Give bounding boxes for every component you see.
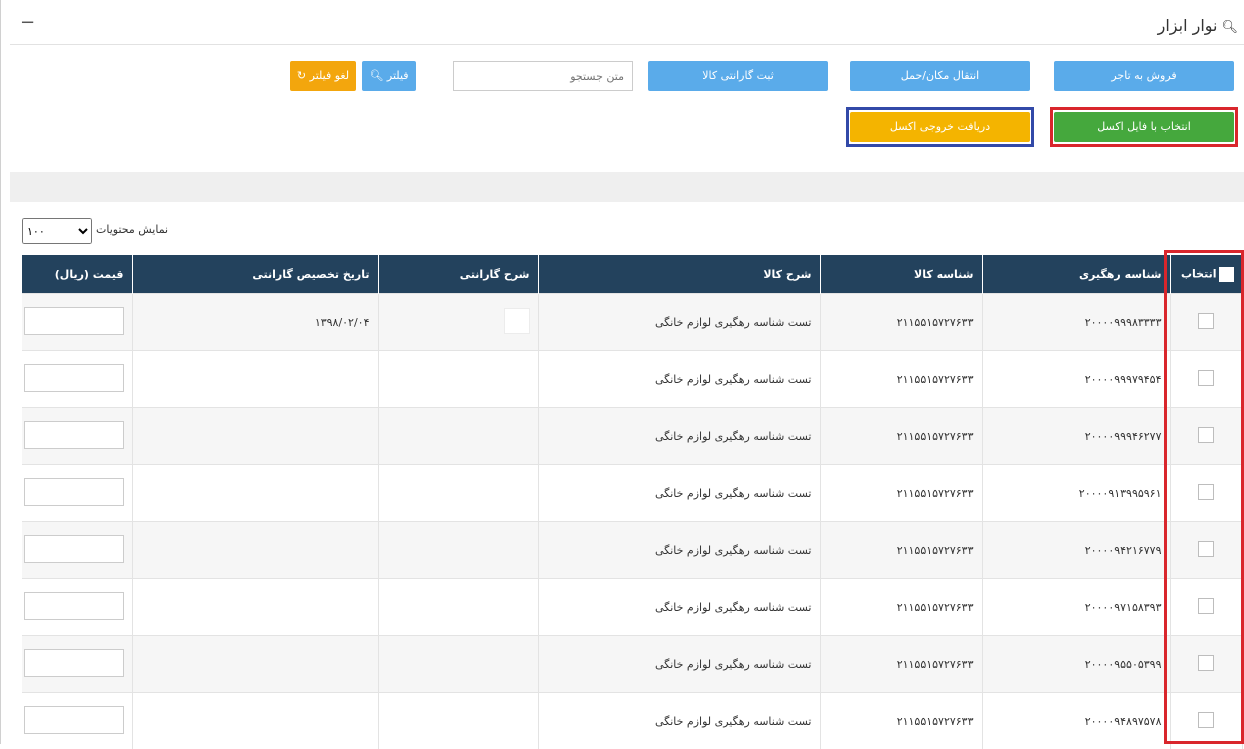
sell-to-merchant-button[interactable]: فروش به تاجر <box>1054 61 1234 91</box>
product-id-cell: ۲۱۱۵۵۱۵۷۲۷۶۳۳ <box>820 465 982 522</box>
header-warranty-desc[interactable]: شرح گارانتی <box>378 255 538 294</box>
table-row: تست شناسه رهگیری لوازم خانگی۲۱۱۵۵۱۵۷۲۷۶۳… <box>22 579 1242 636</box>
warranty-desc-box <box>504 308 530 334</box>
filter-label: فیلتر <box>387 69 409 82</box>
price-input[interactable] <box>24 535 124 563</box>
tracking-cell: ۲۰۰۰۰۹۵۵۰۵۳۹۹ <box>982 636 1170 693</box>
refresh-icon: ↻ <box>297 69 306 82</box>
toolbar: فروش به تاجر انتقال مکان/حمل ثبت گارانتی… <box>10 44 1244 175</box>
product-desc-cell: تست شناسه رهگیری لوازم خانگی <box>538 693 820 749</box>
table-row: تست شناسه رهگیری لوازم خانگی۲۱۱۵۵۱۵۷۲۷۶۳… <box>22 351 1242 408</box>
price-input[interactable] <box>24 592 124 620</box>
highlight-red-box <box>1050 107 1238 147</box>
price-input[interactable] <box>24 421 124 449</box>
warranty-date-cell <box>132 408 378 465</box>
price-input[interactable] <box>24 307 124 335</box>
panel-title-text: نوار ابزار <box>1158 16 1218 35</box>
product-id-cell: ۲۱۱۵۵۱۵۷۲۷۶۳۳ <box>820 351 982 408</box>
table-row: تست شناسه رهگیری لوازم خانگی۲۱۱۵۵۱۵۷۲۷۶۳… <box>22 636 1242 693</box>
warranty-desc-cell <box>378 579 538 636</box>
price-input[interactable] <box>24 706 124 734</box>
header-product-id[interactable]: شناسه کالا <box>820 255 982 294</box>
product-desc-cell: تست شناسه رهگیری لوازم خانگی <box>538 465 820 522</box>
warranty-date-cell <box>132 579 378 636</box>
data-table: قیمت (ریال) تاریخ تخصیص گارانتی شرح گارا… <box>22 255 1243 749</box>
product-id-cell: ۲۱۱۵۵۱۵۷۲۷۶۳۳ <box>820 408 982 465</box>
tracking-cell: ۲۰۰۰۰۹۹۹۷۹۴۵۴ <box>982 351 1170 408</box>
warranty-desc-cell <box>378 294 538 351</box>
price-cell <box>22 408 132 465</box>
panel-header: − 🔍︎نوار ابزار <box>10 8 1244 44</box>
product-id-cell: ۲۱۱۵۵۱۵۷۲۷۶۳۳ <box>820 636 982 693</box>
product-desc-cell: تست شناسه رهگیری لوازم خانگی <box>538 351 820 408</box>
tracking-cell: ۲۰۰۰۰۹۹۹۸۳۳۳۳ <box>982 294 1170 351</box>
tracking-cell: ۲۰۰۰۰۹۷۱۵۸۳۹۳ <box>982 579 1170 636</box>
tracking-cell: ۲۰۰۰۰۹۱۳۹۹۵۹۶۱ <box>982 465 1170 522</box>
table-row: تست شناسه رهگیری لوازم خانگی۲۱۱۵۵۱۵۷۲۷۶۳… <box>22 465 1242 522</box>
clear-filter-button[interactable]: ↻ لغو فیلتر <box>290 61 356 91</box>
header-product-desc[interactable]: شرح کالا <box>538 255 820 294</box>
header-warranty-date[interactable]: تاریخ تخصیص گارانتی <box>132 255 378 294</box>
table-row: تست شناسه رهگیری لوازم خانگی۲۱۱۵۵۱۵۷۲۷۶۳… <box>22 408 1242 465</box>
price-cell <box>22 636 132 693</box>
price-input[interactable] <box>24 649 124 677</box>
price-cell <box>22 522 132 579</box>
product-id-cell: ۲۱۱۵۵۱۵۷۲۷۶۳۳ <box>820 522 982 579</box>
highlight-blue-box <box>846 107 1034 147</box>
table-header-row: قیمت (ریال) تاریخ تخصیص گارانتی شرح گارا… <box>22 255 1242 294</box>
price-cell <box>22 351 132 408</box>
price-cell <box>22 465 132 522</box>
tracking-cell: ۲۰۰۰۰۹۹۹۴۶۲۷۷ <box>982 408 1170 465</box>
page-length-select[interactable]: ۱۰۰ <box>22 218 92 244</box>
warranty-date-cell <box>132 465 378 522</box>
collapse-button[interactable]: − <box>20 12 35 33</box>
table-row: تست شناسه رهگیری لوازم خانگی۲۱۱۵۵۱۵۷۲۷۶۳… <box>22 522 1242 579</box>
product-desc-cell: تست شناسه رهگیری لوازم خانگی <box>538 636 820 693</box>
header-tracking[interactable]: شناسه رهگیری <box>982 255 1170 294</box>
price-input[interactable] <box>24 364 124 392</box>
product-desc-cell: تست شناسه رهگیری لوازم خانگی <box>538 522 820 579</box>
tracking-cell: ۲۰۰۰۰۹۴۲۱۶۷۷۹ <box>982 522 1170 579</box>
table-row: تست شناسه رهگیری لوازم خانگی۲۱۱۵۵۱۵۷۲۷۶۳… <box>22 693 1242 749</box>
transfer-location-button[interactable]: انتقال مکان/حمل <box>850 61 1030 91</box>
price-cell <box>22 693 132 749</box>
search-icon: 🔍︎ <box>1221 20 1238 35</box>
price-cell <box>22 294 132 351</box>
table-row: ۱۳۹۸/۰۲/۰۴ تست شناسه رهگیری لوازم خانگی۲۱… <box>22 294 1242 351</box>
warranty-desc-cell <box>378 351 538 408</box>
table-body: ۱۳۹۸/۰۲/۰۴تست شناسه رهگیری لوازم خانگی۲۱… <box>22 294 1242 749</box>
filter-button[interactable]: 🔍︎ فیلتر <box>362 61 416 91</box>
product-desc-cell: تست شناسه رهگیری لوازم خانگی <box>538 579 820 636</box>
product-desc-cell: تست شناسه رهگیری لوازم خانگی <box>538 408 820 465</box>
register-warranty-button[interactable]: ثبت گارانتی کالا <box>648 61 828 91</box>
header-price[interactable]: قیمت (ریال) <box>22 255 132 294</box>
panel-title: 🔍︎نوار ابزار <box>1158 16 1238 35</box>
select-column-highlight <box>1164 250 1244 744</box>
product-id-cell: ۲۱۱۵۵۱۵۷۲۷۶۳۳ <box>820 579 982 636</box>
divider-band <box>10 172 1244 202</box>
search-icon: 🔍︎ <box>369 69 383 82</box>
warranty-date-cell <box>132 351 378 408</box>
warranty-date-cell <box>132 693 378 749</box>
warranty-desc-cell <box>378 465 538 522</box>
product-id-cell: ۲۱۱۵۵۱۵۷۲۷۶۳۳ <box>820 693 982 749</box>
page-length-label: نمایش محتویات <box>96 223 168 236</box>
search-input[interactable] <box>453 61 633 91</box>
warranty-desc-cell <box>378 693 538 749</box>
warranty-date-cell: ۱۳۹۸/۰۲/۰۴ <box>132 294 378 351</box>
clear-filter-label: لغو فیلتر <box>310 69 349 82</box>
warranty-desc-cell <box>378 636 538 693</box>
warranty-desc-cell <box>378 522 538 579</box>
product-desc-cell: تست شناسه رهگیری لوازم خانگی <box>538 294 820 351</box>
warranty-date-cell <box>132 522 378 579</box>
product-id-cell: ۲۱۱۵۵۱۵۷۲۷۶۳۳ <box>820 294 982 351</box>
warranty-desc-cell <box>378 408 538 465</box>
tracking-cell: ۲۰۰۰۰۹۴۸۹۷۵۷۸ <box>982 693 1170 749</box>
price-input[interactable] <box>24 478 124 506</box>
warranty-date-cell <box>132 636 378 693</box>
price-cell <box>22 579 132 636</box>
